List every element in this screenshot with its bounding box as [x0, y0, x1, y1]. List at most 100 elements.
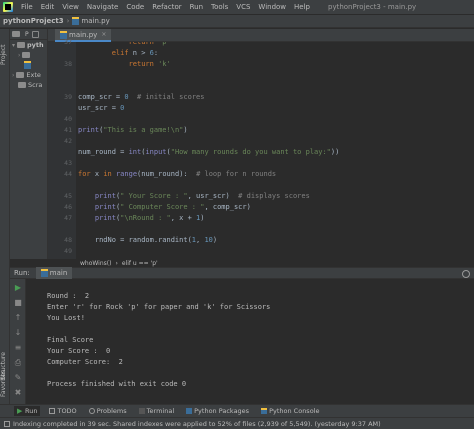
code-editor[interactable]: return 'p' elif n > 6: return 'k' comp_sc… [76, 42, 474, 260]
scroll-down-icon[interactable]: ↓ [14, 329, 22, 337]
tab-label: Python Packages [194, 407, 250, 415]
code-token: "How many rounds do you want to play:" [170, 148, 331, 156]
code-token: , comp_scr) [204, 203, 251, 211]
code-token: 10 [204, 236, 213, 244]
console-line: Computer Score: 2 [47, 358, 123, 366]
line-number: 44 [64, 170, 72, 178]
code-line[interactable]: usr_scr = 0 [78, 103, 124, 114]
menu-navigate[interactable]: Navigate [83, 3, 122, 11]
menu-view[interactable]: View [58, 3, 83, 11]
expand-arrow-icon[interactable]: › [18, 52, 20, 59]
line-number: 46 [64, 203, 72, 211]
tab-label: Python Console [269, 407, 320, 415]
stop-icon[interactable]: ■ [14, 299, 22, 307]
tab-python-console[interactable]: Python Console [258, 406, 322, 416]
code-breadcrumb-separator: › [115, 259, 118, 267]
code-token: 'p' [158, 42, 171, 46]
breadcrumb-file[interactable]: main.py [69, 17, 112, 25]
gear-icon[interactable] [462, 270, 470, 278]
line-number: 49 [64, 247, 72, 255]
trash-icon[interactable]: ✖ [14, 389, 22, 397]
menu-refactor[interactable]: Refactor [148, 3, 185, 11]
code-line[interactable]: print(" Computer Score : ", comp_scr) [78, 202, 251, 213]
pycharm-logo-icon [3, 2, 13, 12]
menu-bar: File Edit View Navigate Code Refactor Ru… [0, 0, 474, 15]
code-line[interactable]: return 'k' [78, 59, 171, 70]
rerun-icon[interactable]: ▶ [14, 284, 22, 292]
menu-run[interactable]: Run [186, 3, 207, 11]
menu-code[interactable]: Code [122, 3, 148, 11]
code-line[interactable]: comp_scr = 0 # initial scores [78, 92, 204, 103]
scroll-up-icon[interactable]: ↑ [14, 314, 22, 322]
console-line: Final Score [47, 336, 94, 344]
console-line: Your Score : 0 [47, 347, 111, 355]
run-panel-header: Run: main [10, 267, 474, 279]
menu-tools[interactable]: Tools [207, 3, 232, 11]
code-line[interactable]: num_round = int(input("How many rounds d… [78, 147, 339, 158]
tab-label: Problems [96, 407, 127, 415]
code-token: range [115, 170, 138, 178]
status-icon[interactable] [4, 420, 10, 427]
code-line[interactable]: print(" Your Score : ", usr_scr) # displ… [78, 191, 310, 202]
menu-help[interactable]: Help [290, 3, 314, 11]
status-bar: Indexing completed in 39 sec. Shared ind… [0, 417, 474, 429]
tab-run[interactable]: ▶ Run [14, 406, 41, 416]
tab-terminal[interactable]: Terminal [136, 406, 177, 416]
menu-window[interactable]: Window [254, 3, 290, 11]
code-line[interactable]: elif n > 6: [78, 48, 158, 59]
code-token: # displays scores [238, 192, 310, 200]
menu-vcs[interactable]: VCS [232, 3, 254, 11]
tree-item-scratches[interactable]: Scra [10, 80, 47, 90]
code-line[interactable]: rndNo = random.randint(1, 10) [78, 235, 217, 246]
expand-arrow-icon[interactable]: › [12, 72, 14, 79]
code-token: " Computer Score : " [120, 203, 205, 211]
tree-item-main-py[interactable] [10, 60, 47, 70]
code-token: # initial scores [137, 93, 205, 101]
problems-icon [88, 408, 95, 414]
code-token: " Your Score : " [120, 192, 188, 200]
expand-arrow-icon[interactable]: ▾ [12, 42, 15, 49]
breadcrumb-file-label: main.py [81, 17, 110, 25]
tab-problems[interactable]: Problems [86, 406, 130, 416]
code-token: ) [200, 214, 205, 222]
code-line[interactable]: print("This is a game!\n") [78, 125, 188, 136]
window-title: pythonProject3 - main.py [328, 3, 417, 11]
line-number: 43 [64, 159, 72, 167]
tab-todo[interactable]: TODO [46, 406, 79, 416]
soft-wrap-icon[interactable]: ≡ [14, 344, 22, 352]
project-tool-tab[interactable]: Project [0, 35, 10, 75]
python-file-icon [24, 61, 31, 69]
project-tool-label: P [25, 30, 29, 38]
line-number: 38 [64, 60, 72, 68]
tree-item-venv[interactable]: › [10, 50, 47, 60]
locate-icon[interactable] [31, 30, 39, 38]
menu-file[interactable]: File [17, 3, 37, 11]
packages-icon [186, 408, 193, 414]
tree-item-project[interactable]: ▾ pyth [10, 40, 47, 50]
console-line: You Lost! [47, 314, 85, 322]
code-token: int [128, 148, 142, 156]
status-text[interactable]: Indexing completed in 39 sec. Shared ind… [13, 420, 381, 428]
tree-item-external-libraries[interactable]: › Exte [10, 70, 47, 80]
tab-python-packages[interactable]: Python Packages [183, 406, 252, 416]
menu-edit[interactable]: Edit [37, 3, 59, 11]
code-line[interactable]: print("\nRound : ", x + 1) [78, 213, 205, 224]
print-icon[interactable]: ⎙ [14, 359, 22, 367]
code-breadcrumb-function[interactable]: whoWins() [80, 260, 111, 267]
code-token: input [145, 148, 167, 156]
pin-icon[interactable]: ✎ [14, 374, 22, 382]
breadcrumb-project[interactable]: pythonProject3 [0, 17, 67, 25]
run-console[interactable]: Round : 2 Enter 'r' for Rock 'p' for pape… [26, 279, 474, 404]
code-breadcrumb-branch[interactable]: elif u == 'p' [122, 260, 158, 267]
run-tab-main[interactable]: main [35, 267, 73, 279]
tab-label: main.py [69, 30, 98, 39]
code-line[interactable]: for x in range(num_round): # loop for n … [78, 169, 276, 180]
console-line: Round : 2 [47, 292, 90, 300]
tab-label: TODO [57, 407, 77, 415]
favorites-tool-tab-label[interactable]: Favorites [0, 362, 10, 404]
close-icon[interactable]: × [101, 31, 106, 38]
line-number: 40 [64, 115, 72, 123]
